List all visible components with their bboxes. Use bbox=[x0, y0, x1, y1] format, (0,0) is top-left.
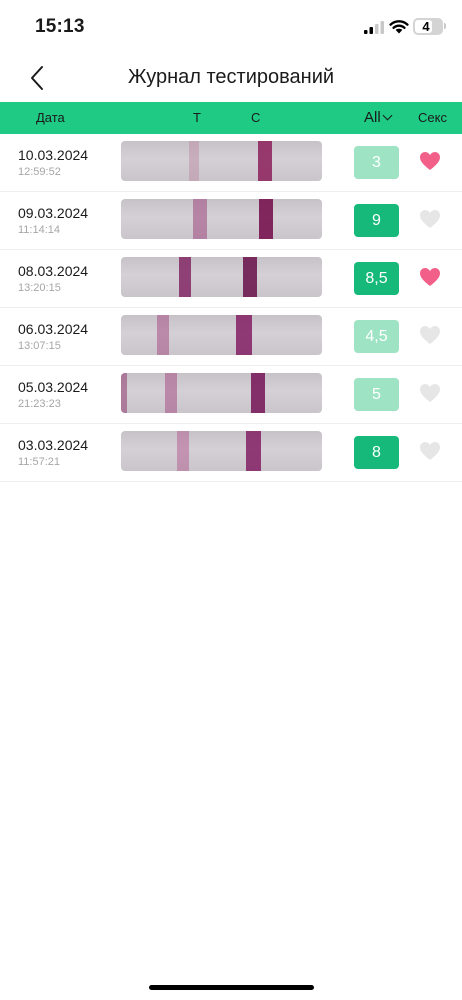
result-badge[interactable]: 9 bbox=[354, 204, 399, 237]
result-badge[interactable]: 4,5 bbox=[354, 320, 399, 353]
test-strip-image[interactable] bbox=[121, 431, 322, 471]
column-header-t: T bbox=[193, 110, 201, 125]
entry-time: 11:14:14 bbox=[18, 224, 61, 236]
battery-level-text: 4 bbox=[422, 19, 430, 34]
heart-icon[interactable] bbox=[419, 267, 441, 287]
result-badge[interactable]: 8 bbox=[354, 436, 399, 469]
page-title: Журнал тестирований bbox=[127, 66, 335, 88]
heart-icon[interactable] bbox=[419, 441, 441, 461]
test-strip-image[interactable] bbox=[121, 373, 322, 413]
heart-icon[interactable] bbox=[419, 325, 441, 345]
entry-date: 08.03.2024 bbox=[18, 263, 89, 279]
result-badge[interactable]: 8,5 bbox=[354, 262, 399, 295]
heart-icon[interactable] bbox=[419, 383, 441, 403]
list-item[interactable]: 05.03.2024 21:23:23 5 bbox=[0, 366, 462, 424]
home-indicator bbox=[149, 985, 314, 990]
entry-time: 13:20:15 bbox=[18, 282, 61, 294]
chevron-down-icon bbox=[382, 110, 393, 121]
cellular-signal-icon bbox=[364, 21, 384, 34]
entry-date: 10.03.2024 bbox=[18, 147, 89, 163]
nav-bar: Журнал тестирований bbox=[0, 54, 462, 102]
test-list: 10.03.2024 12:59:52 3 09.03.2024 11:14:14 9 08… bbox=[0, 134, 462, 482]
wifi-icon bbox=[389, 20, 409, 34]
list-item[interactable]: 03.03.2024 11:57:21 8 bbox=[0, 424, 462, 482]
entry-date: 09.03.2024 bbox=[18, 205, 89, 221]
result-badge[interactable]: 5 bbox=[354, 378, 399, 411]
entry-date: 06.03.2024 bbox=[18, 321, 89, 337]
entry-time: 13:07:15 bbox=[18, 340, 61, 352]
status-bar: 15:13 4 bbox=[0, 0, 462, 54]
test-strip-image[interactable] bbox=[121, 315, 322, 355]
list-item[interactable]: 09.03.2024 11:14:14 9 bbox=[0, 192, 462, 250]
entry-time: 21:23:23 bbox=[18, 398, 61, 410]
list-item[interactable]: 10.03.2024 12:59:52 3 bbox=[0, 134, 462, 192]
test-strip-image[interactable] bbox=[121, 199, 322, 239]
heart-icon[interactable] bbox=[419, 151, 441, 171]
column-header-date: Дата bbox=[36, 110, 65, 125]
list-item[interactable]: 08.03.2024 13:20:15 8,5 bbox=[0, 250, 462, 308]
status-time: 15:13 bbox=[35, 16, 85, 37]
heart-icon[interactable] bbox=[419, 209, 441, 229]
entry-time: 11:57:21 bbox=[18, 456, 61, 468]
entry-date: 05.03.2024 bbox=[18, 379, 89, 395]
test-strip-image[interactable] bbox=[121, 141, 322, 181]
battery-icon: 4 bbox=[413, 18, 443, 35]
column-header-sex: Секс bbox=[418, 110, 447, 125]
entry-time: 12:59:52 bbox=[18, 166, 61, 178]
table-header: Дата T C All Секс bbox=[0, 102, 462, 134]
result-badge[interactable]: 3 bbox=[354, 146, 399, 179]
list-item[interactable]: 06.03.2024 13:07:15 4,5 bbox=[0, 308, 462, 366]
filter-dropdown[interactable]: All bbox=[364, 102, 393, 134]
entry-date: 03.03.2024 bbox=[18, 437, 89, 453]
filter-value: All bbox=[364, 109, 381, 126]
column-header-c: C bbox=[251, 110, 261, 125]
test-strip-image[interactable] bbox=[121, 257, 322, 297]
